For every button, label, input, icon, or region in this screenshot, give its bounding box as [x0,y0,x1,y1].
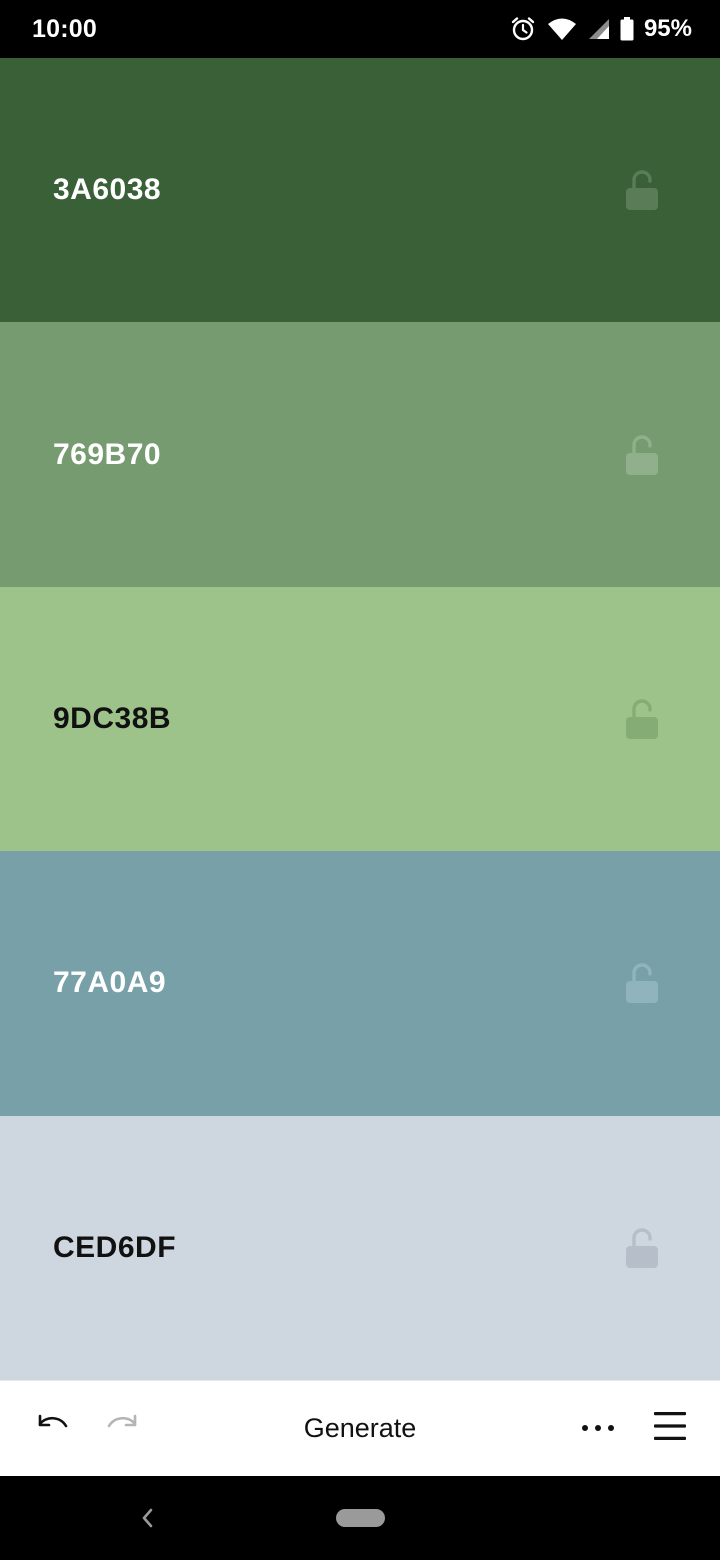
swatch-hex-code[interactable]: CED6DF [53,1231,176,1265]
generate-button[interactable]: Generate [260,1399,460,1459]
swatch-hex-code[interactable]: 3A6038 [53,173,161,207]
bottom-toolbar: Generate [0,1380,720,1476]
status-bar: 10:00 95% [0,0,720,58]
color-swatch[interactable]: CED6DF [0,1115,720,1380]
nav-home-pill-icon[interactable] [336,1509,385,1527]
redo-icon [105,1412,141,1445]
palette-screen: 10:00 95% 3A6038 769B70 9DC38B 77A0A9 CE… [0,0,720,1560]
hamburger-menu-icon [653,1411,687,1446]
color-swatch[interactable]: 9DC38B [0,586,720,852]
swatch-hex-code[interactable]: 77A0A9 [53,966,166,1000]
unlock-icon[interactable] [624,433,660,477]
more-options-button[interactable] [576,1407,620,1451]
palette-swatches: 3A6038 769B70 9DC38B 77A0A9 CED6DF [0,58,720,1380]
system-nav-bar [0,1476,720,1560]
unlock-icon[interactable] [624,1226,660,1270]
redo-button[interactable] [101,1407,145,1451]
swatch-hex-code[interactable]: 9DC38B [53,702,171,736]
menu-button[interactable] [648,1407,692,1451]
unlock-icon[interactable] [624,961,660,1005]
alarm-icon [510,16,536,42]
battery-icon [620,17,634,41]
status-time: 10:00 [32,14,97,43]
unlock-icon[interactable] [624,168,660,212]
undo-button[interactable] [30,1407,74,1451]
wifi-icon [546,16,578,42]
battery-percent: 95% [643,15,692,42]
color-swatch[interactable]: 77A0A9 [0,851,720,1116]
more-horizontal-icon [580,1420,616,1438]
cell-signal-icon [588,17,610,41]
swatch-hex-code[interactable]: 769B70 [53,438,161,472]
nav-back-icon[interactable] [132,1502,162,1534]
status-icons: 95% [510,15,692,43]
undo-icon [34,1412,70,1445]
color-swatch[interactable]: 769B70 [0,322,720,587]
color-swatch[interactable]: 3A6038 [0,58,720,323]
unlock-icon[interactable] [624,697,660,741]
